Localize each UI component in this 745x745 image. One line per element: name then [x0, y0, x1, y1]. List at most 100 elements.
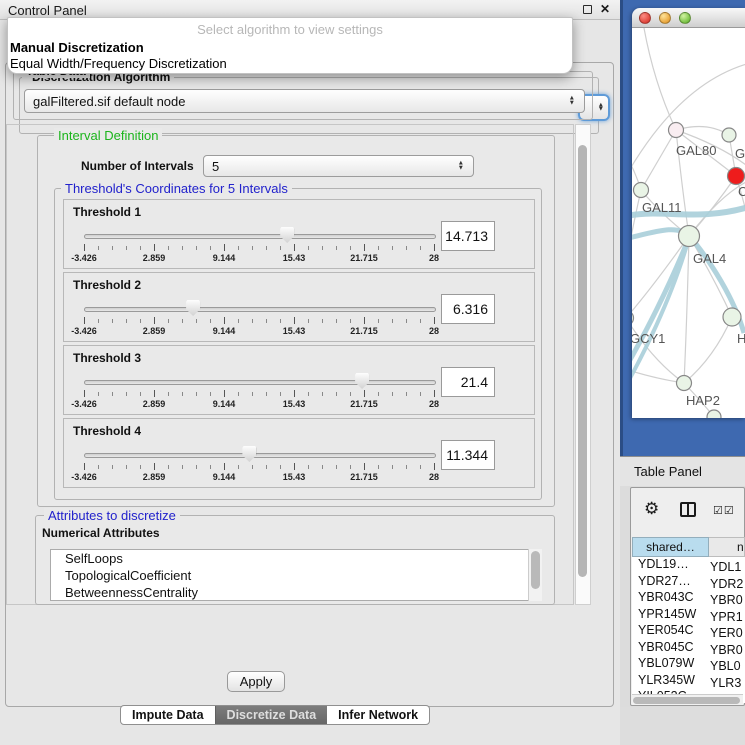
- slider-thumb[interactable]: [280, 227, 294, 243]
- tick-label: -3.426: [71, 326, 97, 336]
- attribute-item[interactable]: SelfLoops: [51, 550, 541, 567]
- algorithm-option-manual[interactable]: Manual Discretization: [10, 40, 144, 55]
- tick-mark: [364, 463, 365, 470]
- algorithm-option-equal-width[interactable]: Equal Width/Frequency Discretization: [10, 56, 227, 71]
- float-window-icon[interactable]: [583, 5, 592, 14]
- slider-track[interactable]: [84, 234, 436, 239]
- close-icon[interactable]: ✕: [600, 2, 610, 16]
- tab-impute-data[interactable]: Impute Data: [121, 706, 215, 724]
- column-header-name[interactable]: na: [709, 537, 745, 557]
- tick-mark: [84, 390, 85, 397]
- settings-vertical-scrollbar[interactable]: [575, 124, 591, 605]
- threshold-value-field[interactable]: [441, 221, 495, 251]
- tick-mark: [182, 465, 183, 469]
- tick-label: 15.43: [283, 472, 306, 482]
- apply-button[interactable]: Apply: [227, 671, 285, 692]
- network-canvas[interactable]: GAL80 GA C GAL11 GAL4 GCY1 H HAP2: [632, 28, 745, 418]
- cell-shared-name: YDL19…: [632, 557, 706, 571]
- table-row[interactable]: YBR045CYBR0: [632, 640, 745, 657]
- threshold-value-field[interactable]: [441, 367, 495, 397]
- number-of-intervals-combo[interactable]: 5 ▲▼: [203, 155, 474, 177]
- slider-track[interactable]: [84, 307, 436, 312]
- threshold-slider[interactable]: -3.4262.8599.14415.4321.71528: [84, 443, 436, 485]
- attributes-scrollbar-thumb[interactable]: [531, 551, 540, 589]
- tick-mark: [182, 392, 183, 396]
- cell-name: YLR3: [706, 676, 741, 690]
- cell-name: YBR0: [706, 593, 743, 607]
- node-label: GAL80: [676, 143, 716, 158]
- tick-mark: [294, 390, 295, 397]
- table-row[interactable]: YLR345WYLR3: [632, 673, 745, 690]
- tick-mark: [168, 392, 169, 396]
- checkbox-icons[interactable]: ☑☑: [713, 504, 735, 517]
- tick-mark: [420, 465, 421, 469]
- threshold-value-field[interactable]: [441, 440, 495, 470]
- vertical-scrollbar-thumb[interactable]: [578, 145, 587, 577]
- tick-label: 28: [429, 253, 439, 263]
- threshold-panel: Threshold 4 -3.4262.8599.14415.4321.7152…: [63, 418, 535, 488]
- slider-thumb[interactable]: [242, 446, 256, 462]
- table-horizontal-scrollbar[interactable]: [632, 694, 743, 705]
- table-row[interactable]: YBL079WYBL0: [632, 656, 745, 673]
- slider-track[interactable]: [84, 453, 436, 458]
- node-gcy1[interactable]: [632, 311, 634, 326]
- table-row[interactable]: YDL19…YDL1: [632, 557, 745, 574]
- threshold-value-field[interactable]: [441, 294, 495, 324]
- node-gal4[interactable]: [679, 226, 700, 247]
- node-gal11[interactable]: [634, 183, 649, 198]
- tab-label: Impute Data: [132, 708, 204, 722]
- interval-definition-title: Interval Definition: [54, 128, 162, 143]
- number-of-intervals-value: 5: [212, 159, 219, 174]
- attributes-group-title: Attributes to discretize: [44, 508, 180, 523]
- node-hap2[interactable]: [677, 376, 692, 391]
- right-side: GAL80 GA C GAL11 GAL4 GCY1 H HAP2 Table …: [620, 0, 745, 745]
- table-data-combo[interactable]: galFiltered.sif default node ▲▼: [24, 89, 585, 113]
- node-top-right[interactable]: [722, 128, 736, 142]
- numerical-attributes-list[interactable]: SelfLoopsTopologicalCoefficientBetweenne…: [50, 549, 542, 601]
- attribute-item[interactable]: BetweennessCentrality: [51, 584, 541, 601]
- column-header-shared-name[interactable]: shared…: [632, 537, 709, 557]
- tick-mark: [224, 463, 225, 470]
- slider-ticks: [84, 390, 436, 398]
- tick-label: 15.43: [283, 399, 306, 409]
- tab-infer-network[interactable]: Infer Network: [327, 706, 429, 724]
- node-pink[interactable]: [669, 123, 684, 138]
- threshold-slider[interactable]: -3.4262.8599.14415.4321.71528: [84, 224, 436, 266]
- tick-mark: [420, 392, 421, 396]
- table-row[interactable]: YPR145WYPR1: [632, 607, 745, 624]
- attributes-list-scrollbar[interactable]: [528, 549, 542, 601]
- table-row[interactable]: YER054CYER0: [632, 623, 745, 640]
- attribute-item[interactable]: TopologicalCoefficient: [51, 567, 541, 584]
- slider-thumb[interactable]: [355, 373, 369, 389]
- thresholds-group-title: Threshold's Coordinates for 5 Intervals: [61, 181, 292, 196]
- tick-mark: [364, 390, 365, 397]
- table-row[interactable]: YDR27…YDR2: [632, 574, 745, 591]
- tab-label: Infer Network: [338, 708, 418, 722]
- zoom-traffic-light[interactable]: [679, 12, 691, 24]
- horizontal-scrollbar-thumb[interactable]: [633, 697, 740, 704]
- combo-arrows-icon: ▲▼: [569, 97, 575, 106]
- tab-label: Discretize Data: [227, 708, 317, 722]
- table-row[interactable]: YBR043CYBR0: [632, 590, 745, 607]
- tick-mark: [126, 465, 127, 469]
- tick-mark: [98, 392, 99, 396]
- table-data-combo-value: galFiltered.sif default node: [33, 94, 185, 109]
- threshold-panel: Threshold 1 -3.4262.8599.14415.4321.7152…: [63, 199, 535, 269]
- node-right-mid[interactable]: [723, 308, 741, 326]
- tick-mark: [98, 465, 99, 469]
- tick-mark: [322, 246, 323, 250]
- threshold-slider[interactable]: -3.4262.8599.14415.4321.71528: [84, 297, 436, 339]
- minimize-traffic-light[interactable]: [659, 12, 671, 24]
- gear-icon[interactable]: ⚙: [644, 499, 659, 519]
- tick-label: 21.715: [350, 253, 378, 263]
- slider-thumb[interactable]: [186, 300, 200, 316]
- node-highlighted-red[interactable]: [728, 168, 745, 185]
- node-bottom[interactable]: [707, 410, 721, 418]
- threshold-label: Threshold 2: [73, 278, 141, 292]
- threshold-slider[interactable]: -3.4262.8599.14415.4321.71528: [84, 370, 436, 412]
- close-traffic-light[interactable]: [639, 12, 651, 24]
- tick-mark: [406, 246, 407, 250]
- column-layout-icon[interactable]: [680, 502, 696, 517]
- tab-discretize-data[interactable]: Discretize Data: [215, 706, 328, 724]
- slider-track[interactable]: [84, 380, 436, 385]
